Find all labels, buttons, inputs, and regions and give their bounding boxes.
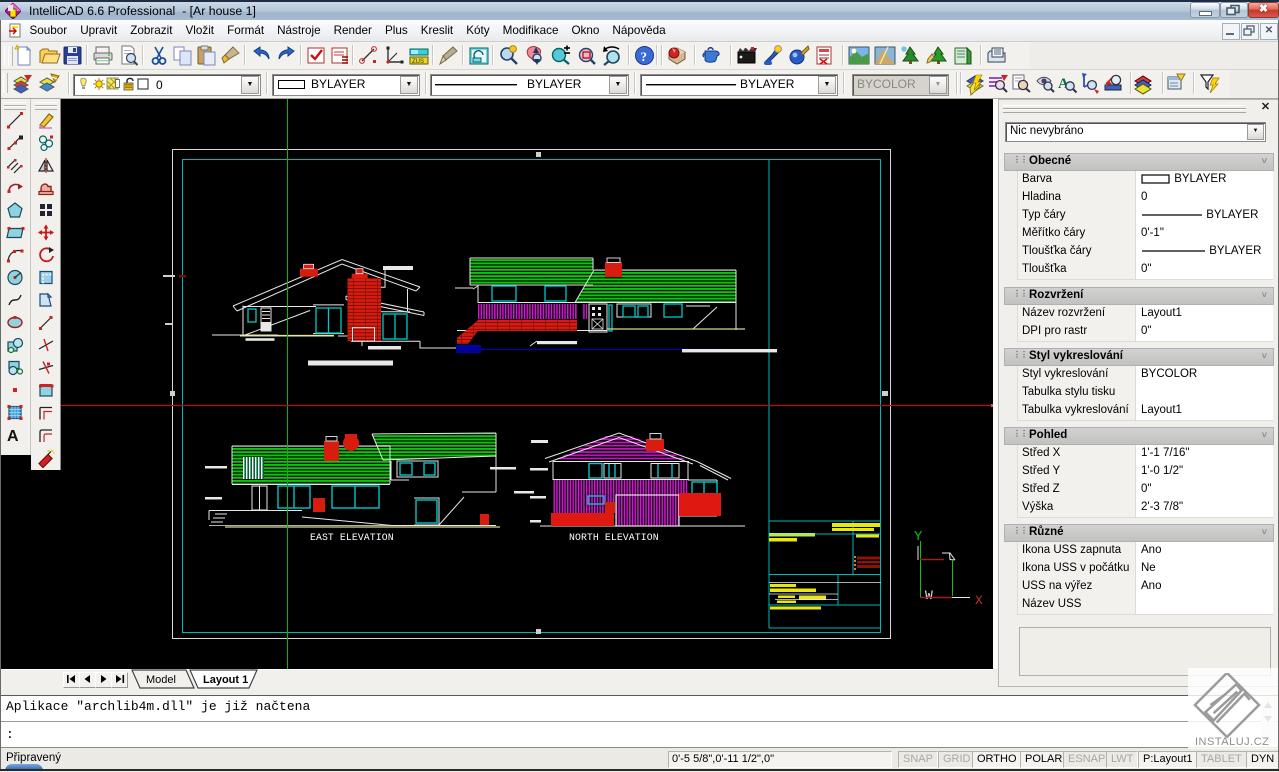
svg-text:NORTH ELEVATION: NORTH ELEVATION — [569, 532, 659, 543]
svg-text:ZUS: ZUS — [412, 59, 424, 65]
svg-text:A: A — [7, 428, 19, 445]
svg-text:Layout 1: Layout 1 — [203, 674, 248, 686]
svg-text:0: 0 — [156, 78, 163, 92]
svg-text:?: ? — [641, 49, 648, 64]
svg-text:W: W — [925, 588, 933, 603]
svg-text:Y: Y — [914, 529, 923, 545]
svg-text:Model: Model — [146, 674, 176, 686]
svg-text:X: X — [975, 593, 983, 608]
svg-text:EAST ELEVATION: EAST ELEVATION — [310, 532, 394, 543]
